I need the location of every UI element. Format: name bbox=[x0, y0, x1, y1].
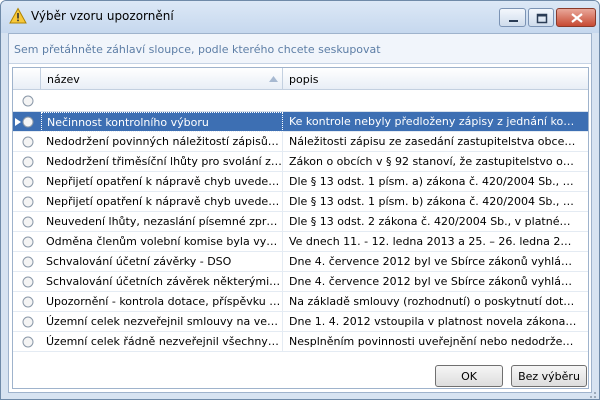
cell-name[interactable]: Schvalování účetní závěrky - DSO bbox=[41, 252, 283, 272]
table-row[interactable]: Nedodržení povinných náležitostí zápisů … bbox=[13, 132, 588, 152]
table-row[interactable]: Schvalování účetních závěrek některými v… bbox=[13, 272, 588, 292]
column-header-description-label: popis bbox=[289, 73, 319, 86]
cell-name[interactable]: Nedodržení povinných náležitostí zápisů … bbox=[41, 132, 283, 152]
row-indicator-cell[interactable] bbox=[13, 252, 41, 272]
dialog-window: Výběr vzoru upozornění Sem přetáhněte zá… bbox=[0, 0, 600, 400]
radio-button-icon[interactable] bbox=[22, 95, 34, 107]
template-grid[interactable]: název popis Nečinnost kontrolního výboru… bbox=[12, 67, 589, 389]
close-button[interactable] bbox=[556, 8, 596, 27]
table-row[interactable]: Nepřijetí opatření k nápravě chyb uveden… bbox=[13, 172, 588, 192]
table-row[interactable]: Neuvedení lhůty, nezaslání písemné zpráv… bbox=[13, 212, 588, 232]
row-indicator-cell[interactable] bbox=[13, 132, 41, 152]
radio-button-icon[interactable] bbox=[22, 196, 34, 208]
radio-button-icon[interactable] bbox=[22, 236, 34, 248]
table-row[interactable]: Nedodržení třiměsíční lhůty pro svolání … bbox=[13, 152, 588, 172]
grid-header: název popis bbox=[13, 68, 588, 90]
column-header-name-label: název bbox=[47, 73, 80, 86]
row-indicator-cell[interactable] bbox=[13, 172, 41, 192]
cell-name[interactable]: Odměna členům volební komise byla vyplac… bbox=[41, 232, 283, 252]
radio-button-icon[interactable] bbox=[22, 296, 34, 308]
cell-description[interactable]: Náležitosti zápisu ze zasedání zastupite… bbox=[283, 132, 577, 152]
cell-name[interactable]: Územní celek řádně nezveřejnil všechny s… bbox=[41, 332, 283, 352]
dialog-content: Sem přetáhněte záhlaví sloupce, podle kt… bbox=[8, 33, 592, 393]
radio-button-icon[interactable] bbox=[22, 216, 34, 228]
cell-name[interactable]: Nečinnost kontrolního výboru bbox=[41, 112, 283, 132]
row-indicator-cell[interactable] bbox=[13, 112, 41, 132]
cell-name[interactable]: Neuvedení lhůty, nezaslání písemné zpráv… bbox=[41, 212, 283, 232]
table-row[interactable]: Upozornění - kontrola dotace, příspěvku … bbox=[13, 292, 588, 312]
table-row[interactable]: Územní celek řádně nezveřejnil všechny s… bbox=[13, 332, 588, 352]
group-by-hint: Sem přetáhněte záhlaví sloupce, podle kt… bbox=[14, 43, 381, 56]
cell-description[interactable]: Dne 4. července 2012 byl ve Sbírce zákon… bbox=[283, 272, 577, 292]
maximize-button[interactable] bbox=[528, 8, 554, 27]
close-icon bbox=[571, 13, 583, 23]
table-row[interactable]: Nečinnost kontrolního výboru Ke kontrole … bbox=[13, 112, 588, 132]
current-row-arrow-icon bbox=[15, 118, 21, 126]
cell-description[interactable]: Ve dnech 11. - 12. ledna 2013 a 25. – 26… bbox=[283, 232, 577, 252]
warning-triangle-icon bbox=[9, 7, 27, 25]
minimize-button[interactable] bbox=[499, 8, 526, 27]
radio-button-icon[interactable] bbox=[22, 136, 34, 148]
table-row[interactable]: Územní celek nezveřejnil smlouvy na veře… bbox=[13, 312, 588, 332]
cell-description[interactable]: Dle § 13 odst. 1 písm. a) zákona č. 420/… bbox=[283, 172, 577, 192]
cell-description[interactable]: Zákon o obcích v § 92 stanoví, že zastup… bbox=[283, 152, 577, 172]
cell-description[interactable]: Ke kontrole nebyly předloženy zápisy z j… bbox=[283, 112, 577, 132]
cell-name[interactable]: Územní celek nezveřejnil smlouvy na veře… bbox=[41, 312, 283, 332]
radio-button-icon[interactable] bbox=[22, 256, 34, 268]
cell-description[interactable]: Dne 1. 4. 2012 vstoupila v platnost nove… bbox=[283, 312, 577, 332]
cell-description[interactable]: Dle § 13 odst. 2 zákona č. 420/2004 Sb.,… bbox=[283, 212, 577, 232]
cell-name[interactable]: Upozornění - kontrola dotace, příspěvku … bbox=[41, 292, 283, 312]
row-indicator-cell[interactable] bbox=[13, 272, 41, 292]
cell-name[interactable]: Nepřijetí opatření k nápravě chyb uveden… bbox=[41, 172, 283, 192]
resize-grip-icon[interactable] bbox=[587, 389, 597, 399]
radio-button-icon[interactable] bbox=[22, 156, 34, 168]
cell-description[interactable]: Na základě smlouvy (rozhodnutí) o poskyt… bbox=[283, 292, 577, 312]
table-row[interactable]: Nepřijetí opatření k nápravě chyb uveden… bbox=[13, 192, 588, 212]
window-title: Výběr vzoru upozornění bbox=[31, 9, 174, 23]
table-row[interactable]: Odměna členům volební komise byla vyplac… bbox=[13, 232, 588, 252]
cell-description[interactable]: Dle § 13 odst. 1 písm. b) zákona č. 420/… bbox=[283, 192, 577, 212]
title-bar[interactable]: Výběr vzoru upozornění bbox=[1, 1, 599, 33]
row-indicator-cell[interactable] bbox=[13, 312, 41, 332]
column-header-description[interactable]: popis bbox=[283, 68, 588, 90]
no-selection-button[interactable]: Bez výběru bbox=[511, 365, 587, 387]
cell-name[interactable]: Schvalování účetních závěrek některými v… bbox=[41, 272, 283, 292]
row-indicator-cell[interactable] bbox=[13, 332, 41, 352]
radio-button-icon[interactable] bbox=[22, 336, 34, 348]
radio-button-icon[interactable] bbox=[22, 116, 34, 128]
radio-button-icon[interactable] bbox=[22, 276, 34, 288]
table-row[interactable]: Schvalování účetní závěrky - DSO Dne 4. č… bbox=[13, 252, 588, 272]
row-indicator-cell[interactable] bbox=[13, 292, 41, 312]
filter-row[interactable] bbox=[13, 90, 588, 112]
row-indicator-cell[interactable] bbox=[13, 152, 41, 172]
sort-ascending-icon bbox=[269, 76, 278, 82]
group-by-panel[interactable]: Sem přetáhněte záhlaví sloupce, podle kt… bbox=[9, 34, 591, 64]
minimize-icon bbox=[509, 20, 518, 22]
cell-description[interactable]: Nesplněním povinnosti uveřejnění nebo ne… bbox=[283, 332, 577, 352]
column-header-name[interactable]: název bbox=[41, 68, 283, 90]
row-indicator-cell[interactable] bbox=[13, 212, 41, 232]
row-indicator-cell[interactable] bbox=[13, 232, 41, 252]
ok-button[interactable]: OK bbox=[435, 365, 503, 387]
row-indicator-cell[interactable] bbox=[13, 192, 41, 212]
cell-name[interactable]: Nepřijetí opatření k nápravě chyb uveden… bbox=[41, 192, 283, 212]
cell-name[interactable]: Nedodržení třiměsíční lhůty pro svolání … bbox=[41, 152, 283, 172]
header-indicator-cell bbox=[13, 68, 41, 90]
maximize-icon bbox=[536, 13, 548, 24]
radio-button-icon[interactable] bbox=[22, 316, 34, 328]
cell-description[interactable]: Dne 4. července 2012 byl ve Sbírce zákon… bbox=[283, 252, 577, 272]
radio-button-icon[interactable] bbox=[22, 176, 34, 188]
